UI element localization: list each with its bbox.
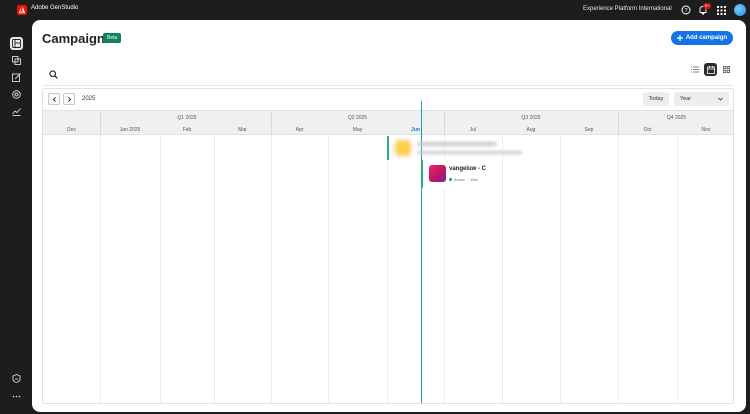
campaign-thumbnail — [429, 165, 446, 182]
campaign-name: vangeluw - C — [449, 166, 487, 172]
user-avatar[interactable] — [734, 4, 746, 16]
month-label: Aug — [526, 127, 536, 133]
chevron-down-icon — [718, 97, 723, 101]
campaign-bar-redacted[interactable] — [387, 136, 523, 160]
view-range-select[interactable]: Year — [674, 92, 729, 106]
page-title: Campaigns — [42, 31, 113, 46]
copy-icon — [12, 56, 21, 65]
quarter-label: Q4 2025 — [666, 115, 687, 121]
next-year-button[interactable] — [63, 93, 75, 105]
shield-icon — [12, 374, 21, 383]
month-label: Jul — [469, 127, 477, 133]
sidebar-item-create[interactable] — [10, 71, 23, 84]
campaign-status: Active · Web — [449, 177, 478, 182]
month-gridline — [677, 135, 678, 403]
month-label: Jan 2025 — [119, 127, 141, 133]
month-label: Oct — [643, 127, 652, 133]
month-label: May — [352, 127, 363, 133]
list-view-button[interactable] — [688, 63, 701, 76]
month-gridline — [160, 135, 161, 403]
month-gridline — [387, 135, 388, 403]
layout-icon — [12, 39, 21, 48]
status-separator: · — [466, 177, 469, 182]
timeline-view-button[interactable] — [704, 63, 717, 76]
month-gridline — [328, 135, 329, 403]
beta-badge: Beta — [103, 33, 122, 43]
month-gridline — [214, 135, 215, 403]
adobe-logo-icon[interactable] — [17, 5, 27, 15]
target-icon — [12, 90, 21, 99]
help-icon[interactable]: ? — [680, 4, 692, 16]
status-dot-icon — [449, 178, 452, 181]
campaign-channel: Web — [470, 177, 479, 182]
org-switcher[interactable]: Experience Platform International — [583, 6, 672, 12]
month-label: Sep — [584, 127, 594, 133]
sidebar-item-more[interactable] — [10, 390, 23, 403]
campaign-status-label: Active — [454, 177, 465, 182]
month-gridline — [618, 135, 619, 403]
add-campaign-button[interactable]: Add campaign — [671, 31, 733, 45]
chevron-left-icon — [52, 96, 56, 102]
today-button[interactable]: Today — [643, 92, 669, 106]
sidebar — [0, 20, 32, 414]
month-label: Feb — [182, 127, 192, 133]
quarter-label: Q3 2025 — [521, 115, 541, 121]
campaign-thumbnail — [395, 140, 411, 156]
month-gridline — [271, 135, 272, 403]
quarter-label: Q2 2025 — [347, 115, 368, 121]
view-range-value: Year — [680, 96, 692, 102]
sidebar-item-insights[interactable] — [10, 105, 23, 118]
month-gridline — [560, 135, 561, 403]
month-gridline — [502, 135, 503, 403]
redacted-text — [417, 142, 497, 146]
toolbar-divider — [42, 85, 734, 86]
grid-view-button[interactable] — [720, 63, 733, 76]
apps-grid-icon[interactable] — [715, 4, 727, 16]
campaign-timeline: 2025 Today Year Q1 2025 Q2 2025 Q3 2025 … — [42, 88, 734, 404]
sidebar-item-overview[interactable] — [10, 37, 23, 50]
chart-icon — [12, 108, 21, 116]
notification-badge: 9+ — [703, 3, 711, 9]
app-name[interactable]: Adobe GenStudio — [31, 5, 78, 11]
sidebar-item-brands[interactable] — [10, 372, 23, 385]
redacted-text — [417, 151, 522, 154]
month-label: Dec — [67, 127, 76, 133]
svg-text:?: ? — [684, 8, 687, 14]
chevron-right-icon — [67, 96, 71, 102]
edit-icon — [12, 73, 21, 82]
prev-year-button[interactable] — [48, 93, 60, 105]
quarter-label: Q1 2025 — [177, 115, 197, 121]
month-label-current: Jun — [411, 127, 420, 133]
calendar-icon — [706, 65, 715, 74]
sidebar-item-activate[interactable] — [10, 88, 23, 101]
timeline-header: Q1 2025 Q2 2025 Q3 2025 Q4 2025 Dec Jan … — [43, 110, 733, 136]
month-label: Mar — [238, 127, 247, 133]
grid-icon — [723, 66, 730, 73]
sidebar-item-content[interactable] — [10, 54, 23, 67]
plus-icon — [676, 35, 683, 41]
list-icon — [690, 66, 699, 73]
campaign-bar[interactable]: vangeluw - C Active · Web — [421, 160, 489, 188]
top-bar: Adobe GenStudio Experience Platform Inte… — [0, 0, 750, 20]
add-campaign-label: Add campaign — [685, 35, 728, 41]
month-label: Apr — [295, 127, 304, 133]
month-label: Nov — [701, 127, 711, 133]
search-icon[interactable] — [49, 66, 59, 79]
current-year: 2025 — [82, 96, 96, 102]
main-panel: Campaigns Beta Add campaign 2025 Today Y… — [32, 20, 746, 412]
month-gridline — [100, 135, 101, 403]
more-icon — [12, 395, 21, 398]
